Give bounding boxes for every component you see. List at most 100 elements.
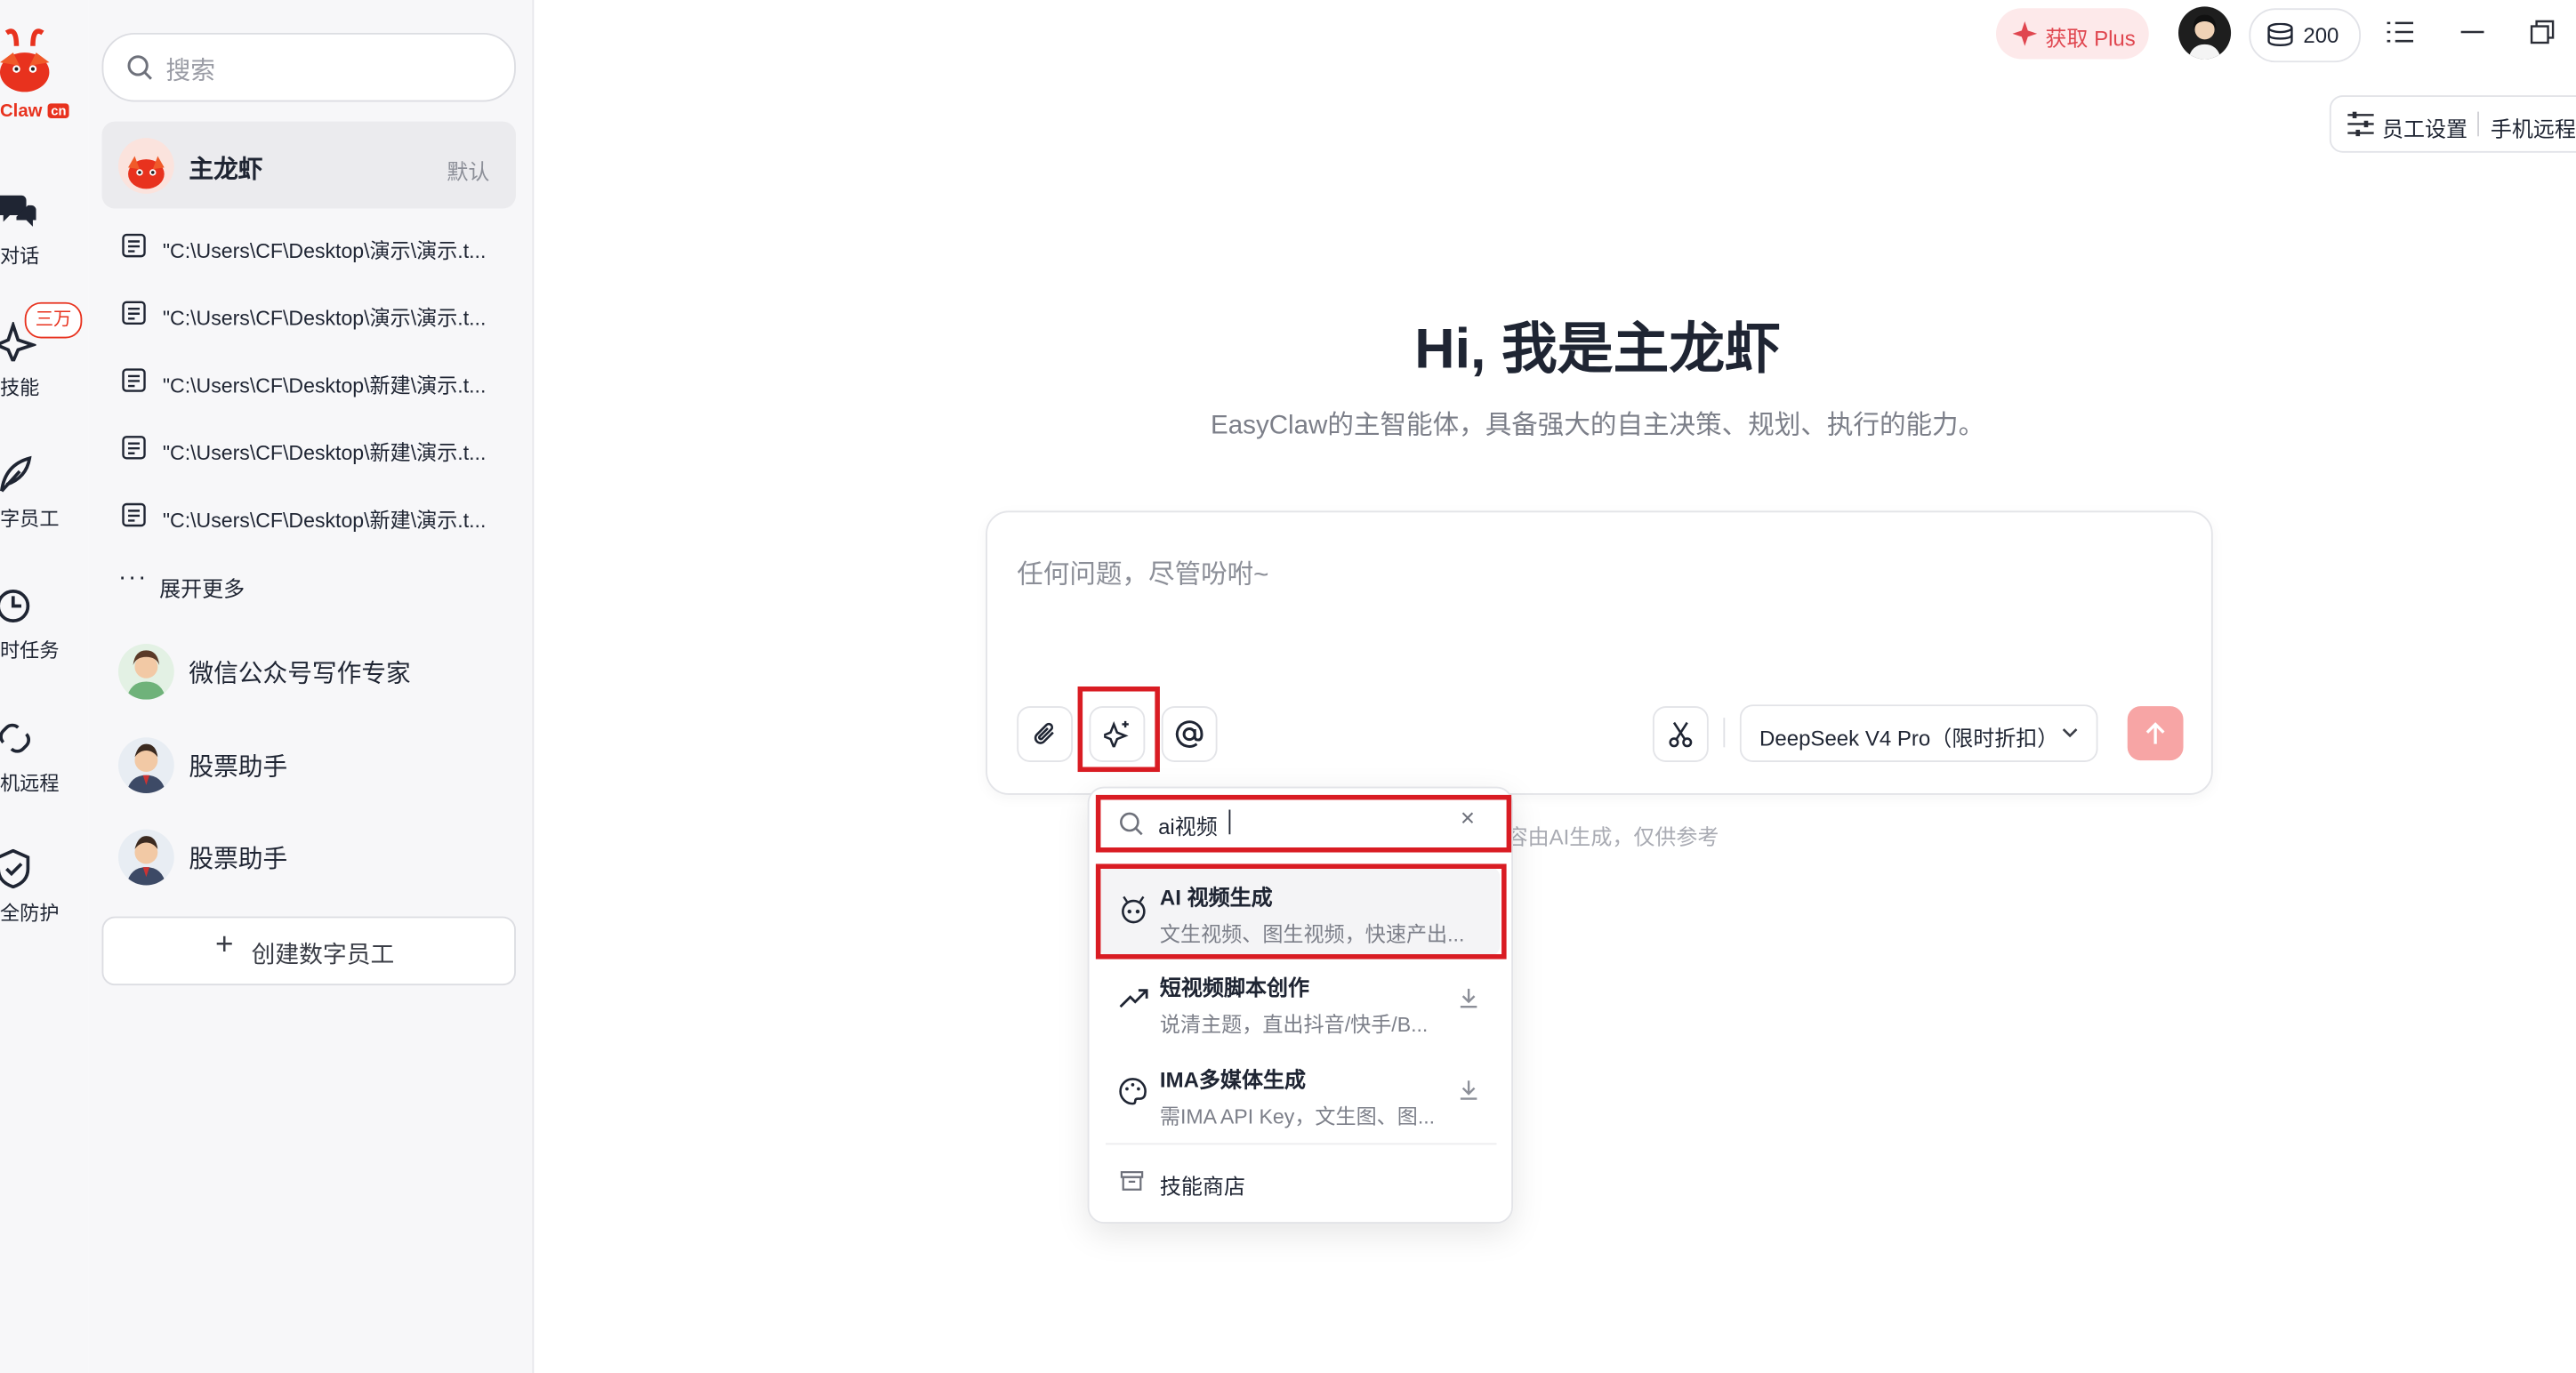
agent-item-wechat-writer[interactable]: 微信公众号写作专家	[117, 643, 512, 703]
divider	[2477, 111, 2479, 137]
history-title: "C:\Users\CF\Desktop\演示\演示.t...	[162, 307, 487, 331]
expand-more-button[interactable]: ··· 展开更多	[118, 563, 516, 603]
agent-name: 股票助手	[189, 753, 288, 783]
document-icon	[122, 436, 146, 460]
skill-desc: 说清主题，直出抖音/快手/B...	[1159, 1013, 1429, 1037]
lobster-avatar	[117, 138, 174, 194]
app-logo[interactable]: Claw cn	[0, 23, 76, 122]
skill-title: 短视频脚本创作	[1159, 976, 1310, 1000]
spark-icon	[2012, 21, 2038, 46]
expand-more-label: 展开更多	[159, 576, 246, 601]
mention-button[interactable]	[1161, 706, 1218, 762]
search-icon	[127, 55, 152, 80]
document-icon	[122, 301, 146, 325]
rail-item-skills[interactable]: 三万 技能	[0, 301, 89, 401]
agent-item-stock-assistant-2[interactable]: 股票助手	[117, 829, 512, 888]
message-composer: 任何问题，尽管吩咐~ DeepSeek V4 Pro（限时折扣）	[986, 510, 2213, 795]
lobster-icon	[128, 156, 165, 189]
rail-label: 全防护	[0, 901, 60, 925]
person-avatar-icon	[126, 743, 166, 794]
main-agent-name: 主龙虾	[189, 156, 263, 184]
person-avatar-icon	[126, 836, 166, 886]
credits-value: 200	[2303, 22, 2339, 48]
skill-desc: 需IMA API Key，文生图、图...	[1159, 1104, 1436, 1128]
default-tag: 默认	[447, 159, 490, 184]
agent-avatar	[117, 829, 174, 886]
model-select[interactable]: DeepSeek V4 Pro（限时折扣）	[1739, 704, 2098, 762]
restore-window-icon[interactable]	[2530, 20, 2556, 44]
link-icon	[0, 723, 31, 753]
paperclip-icon	[1034, 722, 1054, 744]
skill-picker-popup: ai视频 × AI 视频生成 文生视频、图生视频，快速产出... 短视频脚本创作…	[1087, 786, 1513, 1224]
rail-item-security[interactable]: 全防护	[0, 846, 89, 927]
agent-item-stock-assistant[interactable]: 股票助手	[117, 737, 512, 796]
clock-icon	[0, 590, 30, 622]
arrow-up-icon	[2145, 722, 2165, 744]
credits-pill[interactable]: 200	[2249, 8, 2361, 63]
skill-item-ima-multimedia[interactable]: IMA多媒体生成 需IMA API Key，文生图、图...	[1099, 1055, 1501, 1136]
plus-icon: +	[214, 927, 234, 963]
get-plus-button[interactable]: 获取 Plus	[1995, 8, 2149, 60]
user-avatar-icon	[2188, 14, 2222, 60]
history-item[interactable]: "C:\Users\CF\Desktop\演示\演示.t...	[122, 230, 516, 267]
rail-item-digital-staff[interactable]: 字员工	[0, 452, 89, 534]
shield-check-icon	[0, 848, 30, 889]
rail-item-remote[interactable]: 机远程	[0, 716, 89, 798]
document-icon	[122, 502, 146, 527]
document-icon	[122, 233, 146, 258]
left-rail: Claw cn 对话 三万 技能 字员工 时任务 机远程 全防护	[0, 0, 89, 1373]
divider	[1723, 718, 1726, 748]
agent-avatar	[117, 643, 174, 700]
history-item[interactable]: "C:\Users\CF\Desktop\演示\演示.t...	[122, 297, 516, 333]
history-title: "C:\Users\CF\Desktop\演示\演示.t...	[162, 239, 487, 263]
divider	[1105, 1143, 1497, 1145]
plus-label: 获取 Plus	[2045, 26, 2136, 52]
download-icon[interactable]	[1459, 1079, 1478, 1100]
highlight-box	[1077, 686, 1160, 773]
download-icon[interactable]	[1459, 987, 1478, 1008]
create-label: 创建数字员工	[251, 943, 395, 969]
sliders-icon	[2347, 111, 2374, 137]
history-title: "C:\Users\CF\Desktop\新建\演示.t...	[162, 509, 487, 533]
session-search-input[interactable]: 搜索	[101, 32, 516, 102]
rail-label: 字员工	[0, 507, 60, 531]
rail-item-chat[interactable]: 对话	[0, 188, 89, 269]
send-button[interactable]	[2127, 706, 2184, 761]
history-title: "C:\Users\CF\Desktop\新建\演示.t...	[162, 441, 487, 465]
rail-item-scheduled-tasks[interactable]: 时任务	[0, 583, 89, 665]
person-avatar-icon	[126, 650, 166, 700]
model-name: DeepSeek V4 Pro（限时折扣）	[1759, 726, 2059, 751]
skill-item-short-video-script[interactable]: 短视频脚本创作 说清主题，直出抖音/快手/B...	[1099, 962, 1501, 1044]
skills-badge: 三万	[24, 301, 83, 339]
chevron-down-icon	[2062, 728, 2078, 738]
list-menu-icon[interactable]	[2387, 20, 2414, 44]
attach-button[interactable]	[1017, 706, 1074, 762]
leaf-icon	[0, 455, 32, 493]
logo-text: Claw	[0, 101, 43, 122]
history-item[interactable]: "C:\Users\CF\Desktop\新建\演示.t...	[122, 499, 516, 535]
main-agent-item[interactable]: 主龙虾 默认	[101, 121, 516, 209]
staff-toolbar: 员工设置 手机远程	[2329, 95, 2576, 153]
trend-up-icon	[1119, 989, 1148, 1008]
minimize-icon[interactable]	[2459, 20, 2486, 44]
user-avatar[interactable]	[2178, 6, 2232, 60]
create-digital-staff-button[interactable]: + 创建数字员工	[101, 916, 516, 986]
rail-label: 对话	[0, 245, 40, 269]
rail-label: 时任务	[0, 638, 60, 662]
agent-name: 股票助手	[189, 846, 288, 874]
palette-icon	[1119, 1078, 1147, 1105]
more-dots-icon: ···	[117, 563, 149, 591]
scissors-button[interactable]	[1652, 706, 1709, 762]
coins-icon	[2267, 22, 2293, 46]
agent-avatar	[117, 737, 174, 794]
hero-title: Hi, 我是主龙虾	[1414, 318, 1781, 381]
rail-label: 机远程	[0, 772, 60, 795]
history-item[interactable]: "C:\Users\CF\Desktop\新建\演示.t...	[122, 365, 516, 401]
phone-remote-button[interactable]: 手机远程	[2491, 112, 2576, 143]
highlight-box	[1095, 863, 1507, 959]
history-item[interactable]: "C:\Users\CF\Desktop\新建\演示.t...	[122, 432, 516, 469]
message-input[interactable]: 任何问题，尽管吩咐~	[1017, 552, 1268, 591]
skill-store-button[interactable]: 技能商店	[1099, 1153, 1501, 1209]
staff-settings-button[interactable]: 员工设置	[2382, 112, 2467, 143]
history-title: "C:\Users\CF\Desktop\新建\演示.t...	[162, 374, 487, 397]
